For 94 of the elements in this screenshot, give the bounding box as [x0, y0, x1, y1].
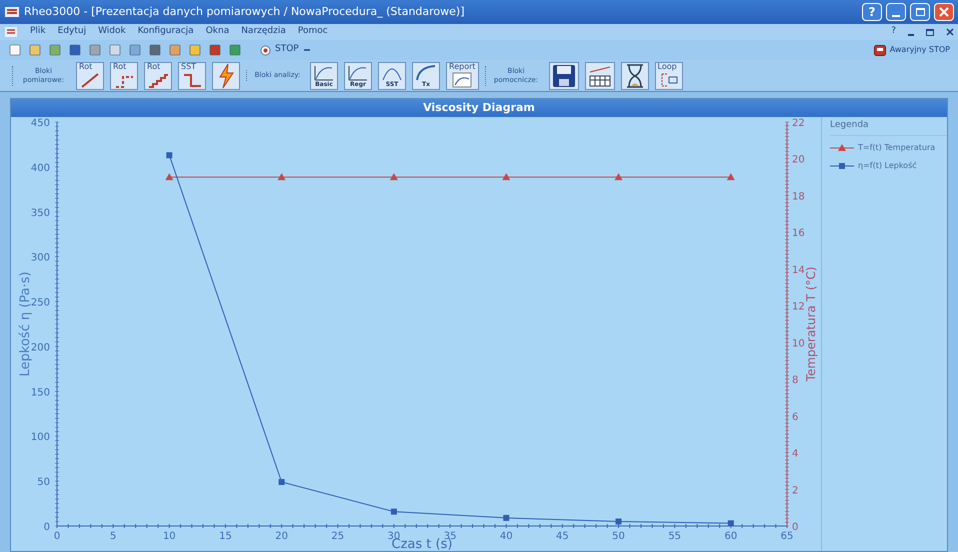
legend-title: Legenda [830, 119, 947, 136]
close-icon[interactable] [946, 28, 954, 36]
x-tick-label: 20 [275, 531, 288, 542]
y-axis-title: Temperatura T (°C) [804, 266, 818, 382]
data-point [726, 173, 735, 180]
x-tick-label: 55 [668, 531, 682, 542]
x-tick-label: 5 [110, 531, 116, 542]
data-point [166, 152, 172, 158]
menu-item[interactable]: Edytuj [58, 25, 86, 39]
emergency-stop-button[interactable]: Awaryjny STOP [874, 44, 950, 56]
data-point [390, 508, 397, 515]
y-tick-label: 4 [792, 448, 798, 460]
y-tick-label: 0 [792, 522, 798, 533]
minimize-icon[interactable] [908, 34, 914, 36]
x-tick-label: 0 [54, 531, 60, 542]
y-tick-label: 18 [792, 191, 805, 202]
y-tick-label: 100 [30, 432, 50, 444]
data-point [278, 479, 285, 485]
y-tick-label: 400 [30, 162, 50, 174]
block-button[interactable]: Loop [654, 62, 683, 90]
y-tick-label: 0 [44, 522, 50, 533]
x-tick-label: 40 [500, 531, 513, 542]
data-point [278, 173, 286, 180]
app-icon [4, 5, 20, 19]
y-tick-label: 200 [30, 342, 50, 354]
menu-item[interactable]: Plik [30, 25, 46, 39]
x-tick-label: 15 [219, 531, 232, 542]
close-button[interactable] [934, 3, 954, 21]
help-button[interactable]: ? [862, 3, 882, 21]
legend-label: η=f(t) Lepkość [858, 160, 917, 172]
menu-item[interactable]: Konfiguracja [138, 25, 194, 39]
square-marker-icon [830, 160, 854, 170]
y-axis-title: Lepkość η (Pa·s) [18, 272, 33, 376]
block-button[interactable]: Rot [144, 62, 172, 90]
y-tick-label: 450 [30, 118, 50, 129]
y-tick-label: 20 [792, 154, 805, 166]
minimize-button[interactable] [886, 3, 906, 21]
y-tick-label: 150 [30, 387, 50, 398]
y-tick-label: 22 [792, 118, 805, 129]
x-tick-label: 50 [612, 531, 625, 542]
report-chart-icon [451, 70, 474, 88]
block-button[interactable]: Rot [110, 62, 138, 90]
document-icon [4, 26, 18, 38]
y-tick-label: 8 [792, 375, 798, 386]
block-button[interactable]: Rot [76, 62, 104, 90]
menu-item[interactable]: Widok [98, 25, 126, 39]
x-tick-label: 10 [162, 531, 176, 542]
x-tick-label: 25 [331, 531, 344, 542]
y-tick-label: 12 [792, 302, 805, 313]
arc-curve-icon [415, 64, 437, 82]
window-title: Rheo3000 - [Prezentacja danych pomiarowych / NowaProcedura_ (Standarowe)] [24, 4, 464, 20]
data-point [616, 518, 622, 524]
data-point [503, 514, 510, 521]
block-button[interactable] [548, 62, 579, 90]
record-icon [260, 44, 271, 56]
x-tick-label: 60 [724, 531, 738, 542]
curve-chart-icon [347, 64, 369, 82]
data-point [728, 520, 734, 526]
curve-chart-icon [313, 64, 335, 82]
menu-item[interactable]: Narzędzia [241, 25, 286, 39]
y-tick-label: 300 [30, 252, 50, 264]
restore-icon[interactable] [926, 28, 934, 36]
y-tick-label: 250 [30, 298, 50, 309]
menu-item[interactable]: Okna [206, 25, 230, 39]
y-tick-label: 14 [792, 264, 805, 276]
data-point [502, 173, 510, 180]
block-button[interactable] [212, 62, 240, 90]
y-tick-label: 6 [792, 412, 798, 423]
caret-icon [302, 47, 311, 53]
block-button[interactable]: SST [178, 62, 206, 90]
data-point [614, 173, 623, 180]
stop-sign-icon [874, 44, 886, 56]
legend-label: T=f(t) Temperatura [858, 142, 936, 154]
block-button[interactable]: Report [446, 62, 479, 90]
x-tick-label: 45 [556, 531, 569, 542]
y-tick-label: 50 [37, 477, 50, 488]
y-tick-label: 350 [30, 208, 50, 219]
ramp-line-icon [79, 70, 101, 88]
stop-button[interactable]: STOP [260, 43, 311, 57]
block-button[interactable] [620, 62, 649, 90]
close-icon [939, 7, 949, 17]
table-chart-icon [588, 64, 612, 88]
data-point [165, 173, 174, 180]
menu-item[interactable]: Pomoc [298, 25, 328, 39]
y-tick-label: 16 [792, 228, 805, 240]
y-tick-label: 2 [792, 485, 798, 496]
triangle-marker-icon [830, 142, 854, 152]
maximize-button[interactable] [910, 3, 930, 21]
chart-title: Viscosity Diagram [423, 100, 535, 116]
data-point [390, 173, 398, 180]
help-menu-button[interactable]: ? [891, 25, 896, 39]
y-tick-label: 10 [792, 338, 805, 350]
x-tick-label: 65 [780, 531, 794, 542]
block-button[interactable] [584, 62, 615, 90]
